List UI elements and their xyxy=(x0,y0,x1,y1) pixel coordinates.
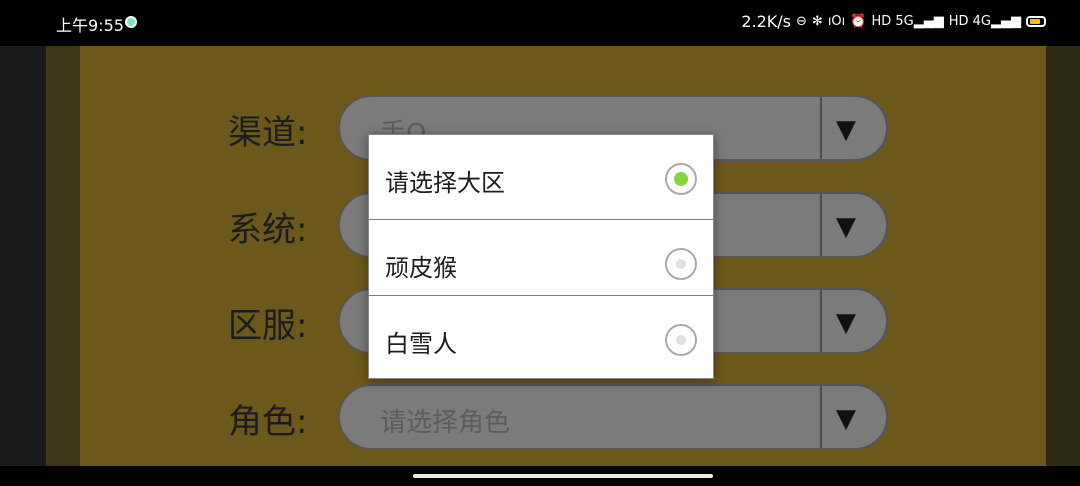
radio-dot-icon xyxy=(674,172,688,186)
select-divider xyxy=(820,97,822,159)
region-picker-dialog: 请选择大区 顽皮猴 白雪人 xyxy=(368,134,714,379)
select-divider xyxy=(820,194,822,256)
background-right xyxy=(1046,46,1080,466)
background-left-edge xyxy=(46,46,80,466)
dropdown-arrow-icon[interactable]: ▼ xyxy=(836,404,856,434)
dnd-icon: ⊖ xyxy=(796,14,807,29)
background-left xyxy=(0,46,46,466)
option-label: 顽皮猴 xyxy=(385,254,457,282)
select-divider xyxy=(820,290,822,352)
option-label: 请选择大区 xyxy=(385,169,505,197)
option-item[interactable]: 顽皮猴 xyxy=(369,220,713,296)
role-select[interactable]: 请选择角色 ▼ xyxy=(338,384,888,450)
radio-button[interactable] xyxy=(665,324,697,356)
radio-button-checked[interactable] xyxy=(665,163,697,195)
bluetooth-icon: ✻ xyxy=(811,14,823,29)
status-icons: 2.2K/s ⊖ ✻ ıOı ⏰ HD 5G▂▄▆ HD 4G▂▄▆ xyxy=(741,12,1046,31)
home-indicator[interactable] xyxy=(413,474,713,478)
row-role: 角色: 请选择角色 ▼ xyxy=(80,384,1046,454)
navigation-bar xyxy=(0,466,1080,486)
hd-4g-signal-icon: HD 4G▂▄▆ xyxy=(948,14,1021,29)
system-label: 系统: xyxy=(228,210,308,250)
status-time: 上午9:55 xyxy=(56,16,124,35)
notification-dot-icon xyxy=(125,16,137,28)
channel-label: 渠道: xyxy=(228,113,308,153)
alarm-icon: ⏰ xyxy=(850,14,867,29)
dropdown-arrow-icon[interactable]: ▼ xyxy=(836,212,856,242)
option-item[interactable]: 白雪人 xyxy=(369,296,713,372)
option-label: 白雪人 xyxy=(385,330,457,358)
radio-dot-icon xyxy=(676,335,686,345)
status-bar: 上午9:55 2.2K/s ⊖ ✻ ıOı ⏰ HD 5G▂▄▆ HD 4G▂▄… xyxy=(0,0,1080,46)
net-speed: 2.2K/s xyxy=(741,12,791,31)
role-value: 请选择角色 xyxy=(380,408,511,438)
option-item[interactable]: 请选择大区 xyxy=(369,135,713,211)
dropdown-arrow-icon[interactable]: ▼ xyxy=(836,308,856,338)
vibrate-icon: ıOı xyxy=(827,14,846,29)
server-label: 区服: xyxy=(228,306,308,346)
dropdown-arrow-icon[interactable]: ▼ xyxy=(836,115,856,145)
radio-dot-icon xyxy=(676,259,686,269)
radio-button[interactable] xyxy=(665,248,697,280)
select-divider xyxy=(820,386,822,448)
battery-icon xyxy=(1026,16,1046,27)
role-label: 角色: xyxy=(228,402,308,442)
hd-5g-signal-icon: HD 5G▂▄▆ xyxy=(871,14,944,29)
